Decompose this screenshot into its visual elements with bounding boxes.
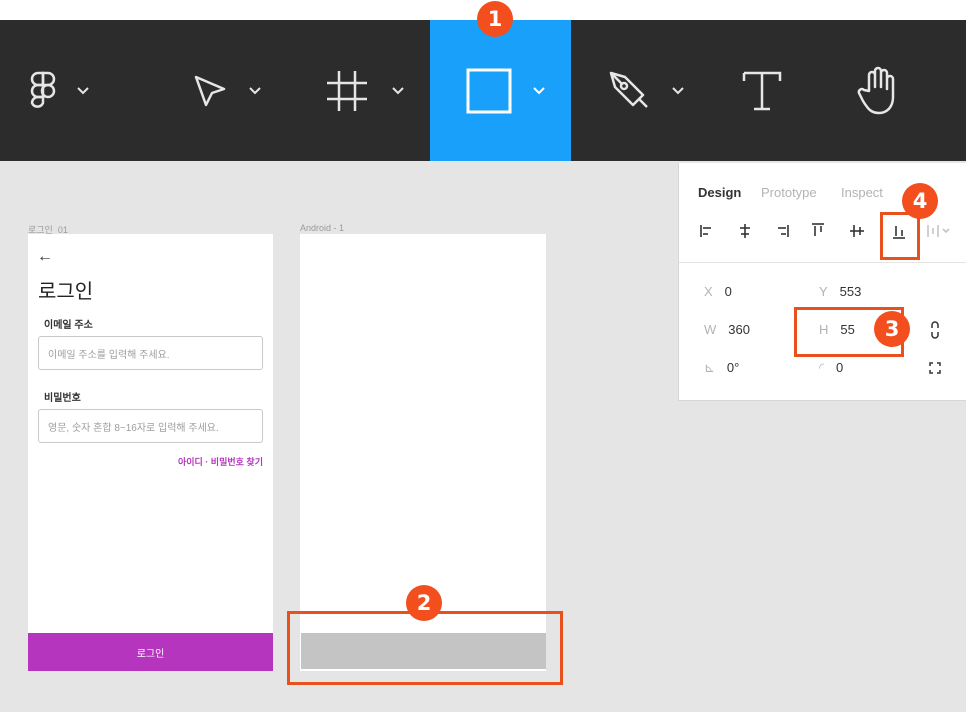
login-button-label: 로그인 bbox=[136, 648, 165, 660]
chevron-down-icon bbox=[392, 86, 404, 94]
figma-logo-icon bbox=[30, 71, 56, 108]
chevron-down-icon bbox=[533, 86, 545, 94]
tool-pen[interactable] bbox=[605, 20, 705, 161]
annotation-badge-3: 3 bbox=[874, 311, 910, 347]
prop-x[interactable]: X0 bbox=[704, 284, 732, 299]
tool-figma-menu[interactable] bbox=[20, 20, 120, 161]
alignment-toolbar bbox=[700, 223, 950, 239]
page-title: 로그인 bbox=[38, 279, 94, 303]
align-horizontal-center-icon bbox=[740, 224, 750, 238]
hand-icon bbox=[857, 66, 895, 114]
tool-frame[interactable] bbox=[325, 20, 425, 161]
distribute-icon bbox=[927, 225, 950, 237]
annotation-badge-4: 4 bbox=[902, 183, 938, 219]
frame-login[interactable]: ← 로그인 이메일 주소 이메일 주소를 입력해 주세요. 비밀번호 영문, 숫… bbox=[28, 234, 273, 671]
password-placeholder: 영문, 숫자 혼합 8~16자로 입력해 주세요. bbox=[48, 422, 219, 434]
align-top-icon bbox=[812, 223, 824, 236]
tab-design[interactable]: Design bbox=[698, 185, 741, 200]
annotation-badge-1: 1 bbox=[477, 1, 513, 37]
prop-y[interactable]: Y 553 bbox=[819, 284, 861, 299]
frame-label-android: Android - 1 bbox=[300, 223, 345, 233]
tool-rectangle[interactable] bbox=[430, 20, 571, 161]
text-icon bbox=[742, 71, 782, 110]
prop-rotation[interactable]: ⊾ 0° bbox=[704, 360, 739, 376]
chevron-down-icon bbox=[672, 86, 684, 94]
prop-radius[interactable]: ◜ 0 bbox=[819, 360, 843, 376]
tab-inspect[interactable]: Inspect bbox=[841, 185, 883, 200]
prop-w[interactable]: W 360 bbox=[704, 322, 750, 337]
tool-move[interactable] bbox=[180, 20, 280, 161]
tool-text[interactable] bbox=[740, 20, 800, 161]
pen-icon bbox=[609, 71, 648, 108]
back-arrow-icon[interactable]: ← bbox=[37, 248, 53, 266]
annotation-highlight-4 bbox=[880, 212, 920, 260]
chevron-down-icon bbox=[249, 86, 261, 94]
tool-hand[interactable] bbox=[855, 20, 925, 161]
align-left-icon bbox=[700, 225, 711, 237]
annotation-badge-2: 2 bbox=[406, 585, 442, 621]
toolbar bbox=[0, 20, 966, 161]
rectangle-icon bbox=[466, 68, 512, 113]
tab-prototype[interactable]: Prototype bbox=[761, 185, 817, 200]
email-field[interactable]: 이메일 주소를 입력해 주세요. bbox=[38, 336, 263, 370]
cursor-icon bbox=[194, 75, 226, 106]
password-field[interactable]: 영문, 숫자 혼합 8~16자로 입력해 주세요. bbox=[38, 409, 263, 443]
email-label: 이메일 주소 bbox=[44, 320, 93, 331]
independent-corners-icon[interactable] bbox=[929, 362, 941, 374]
find-account-link[interactable]: 아이디 · 비밀번호 찾기 bbox=[178, 455, 263, 468]
chevron-down-icon bbox=[77, 86, 89, 94]
annotation-highlight-2 bbox=[287, 611, 563, 685]
login-button[interactable]: 로그인 bbox=[28, 633, 273, 671]
email-placeholder: 이메일 주소를 입력해 주세요. bbox=[48, 349, 170, 361]
frame-icon bbox=[327, 70, 367, 111]
align-vertical-center-icon bbox=[850, 225, 864, 237]
password-label: 비밀번호 bbox=[44, 393, 81, 404]
align-right-icon bbox=[778, 225, 789, 237]
panel-divider bbox=[679, 262, 966, 263]
constrain-proportions-icon[interactable] bbox=[929, 321, 941, 339]
